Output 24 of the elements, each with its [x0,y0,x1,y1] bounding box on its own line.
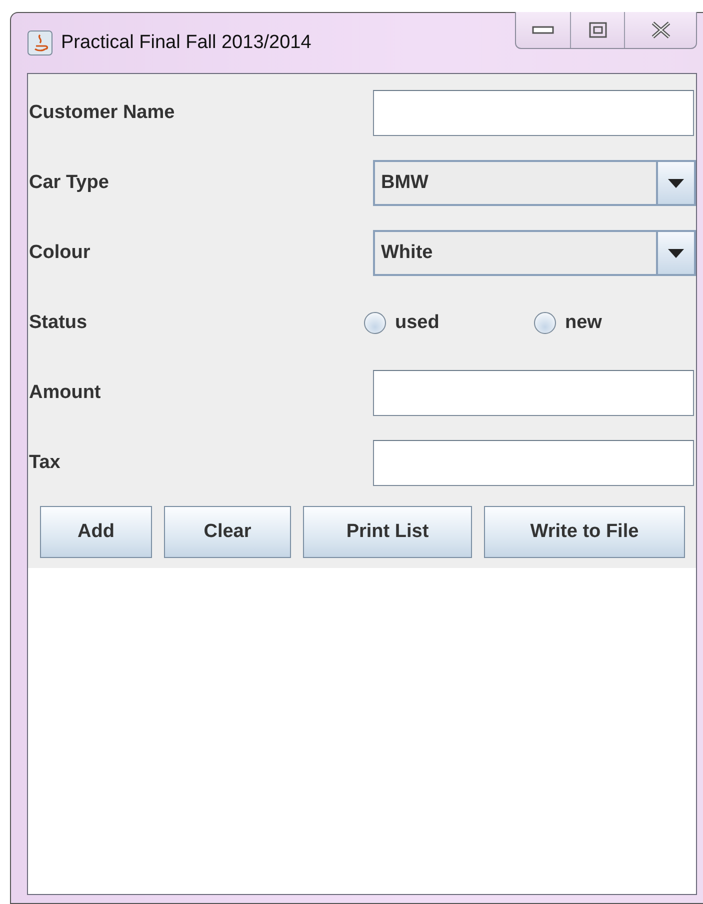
dropdown[interactable]: BMW [373,160,696,206]
field-label: Car Type [28,170,110,195]
close-icon [650,21,672,39]
action-button[interactable]: Print List [303,506,472,558]
caret-icon [668,178,684,188]
window-title: Practical Final Fall 2013/2014 [61,30,312,55]
input-field[interactable] [373,440,694,486]
field-label: Tax [28,450,62,475]
input-field[interactable] [373,370,694,416]
maximize-icon [588,22,606,38]
caret-icon [668,248,684,258]
action-button[interactable]: Write to File [484,506,685,558]
app-icon [27,30,53,56]
field-label: Customer Name [28,100,176,125]
minimize-icon [532,25,554,35]
radio-button[interactable]: used [356,308,526,338]
field-label: Status [28,310,88,335]
dropdown[interactable]: White [373,230,696,276]
action-button[interactable]: Clear [164,506,291,558]
action-button[interactable]: Add [40,506,152,558]
radio-button[interactable]: new [526,308,696,338]
field-label: Amount [28,380,102,405]
input-field[interactable] [373,90,694,136]
field-label: Colour [28,240,92,265]
